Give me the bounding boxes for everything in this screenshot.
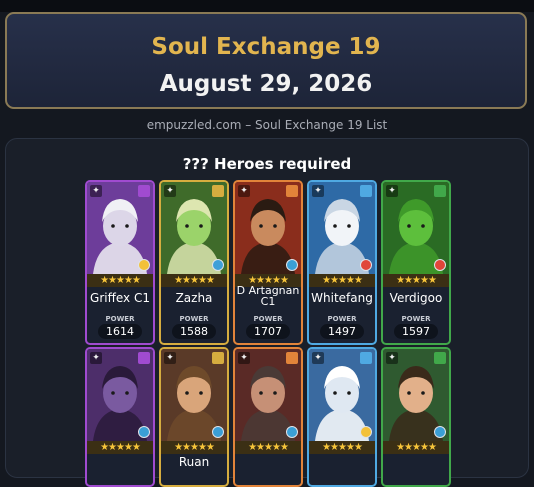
hero-stars: ★★★★★ [309,441,375,454]
hero-class-icon: ✦ [164,185,176,197]
hero-emblem-icon [138,259,150,271]
portrait-eye [347,391,351,395]
hero-card[interactable]: ✦ ★★★★★ Verdigoo POWER 1597 [381,180,451,345]
hero-emblem-icon [434,259,446,271]
hero-power: 1707 [246,324,290,339]
hero-stars: ★★★★★ [235,441,301,454]
portrait-eye [407,224,411,228]
portrait-eye [125,224,129,228]
hero-power: 1614 [98,324,142,339]
hero-emblem-icon [434,426,446,438]
event-title: Soul Exchange 19 [151,34,381,60]
hero-emblem-icon [212,259,224,271]
hero-emblem-icon [138,426,150,438]
hero-card[interactable]: ✦ ★★★★★ Zazha POWER 1588 [159,180,229,345]
portrait-eye [421,224,425,228]
hero-family-icon [286,185,298,197]
portrait-eye [199,224,203,228]
portrait-eye [259,391,263,395]
power-label: POWER [253,315,283,323]
hero-emblem-icon [286,259,298,271]
hero-power: 1588 [172,324,216,339]
event-banner: Soul Exchange 19 August 29, 2026 [5,12,527,109]
hero-family-icon [360,352,372,364]
hero-class-icon: ✦ [312,352,324,364]
hero-name: Griffex C1 [90,291,150,305]
hero-emblem-icon [212,426,224,438]
portrait-eye [333,224,337,228]
event-date: August 29, 2026 [159,71,373,97]
hero-family-icon [360,185,372,197]
hero-card[interactable]: ✦ ★★★★★ Griffex C1 POWER 1614 [85,180,155,345]
hero-card[interactable]: ✦ ★★★★★ [381,347,451,487]
source-caption: empuzzled.com – Soul Exchange 19 List [146,118,388,132]
hero-class-icon: ✦ [386,185,398,197]
portrait-eye [273,391,277,395]
portrait-eye [333,391,337,395]
portrait-eye [125,391,129,395]
hero-class-icon: ✦ [90,352,102,364]
top-bar [0,0,534,12]
portrait-eye [421,391,425,395]
hero-card[interactable]: ✦ ★★★★★ [233,347,303,487]
hero-stars: ★★★★★ [309,274,375,287]
power-label: POWER [179,315,209,323]
hero-family-icon [286,352,298,364]
hero-name: Whitefang [311,291,373,305]
hero-stars: ★★★★★ [87,441,153,454]
portrait-eye [111,391,115,395]
hero-class-icon: ✦ [238,185,250,197]
portrait-eye [407,391,411,395]
hero-stars: ★★★★★ [383,274,449,287]
portrait-eye [273,224,277,228]
hero-family-icon [434,352,446,364]
hero-stars: ★★★★★ [161,274,227,287]
hero-family-icon [138,185,150,197]
hero-family-icon [434,185,446,197]
panel-title: ??? Heroes required [182,155,352,173]
portrait-eye [259,224,263,228]
portrait-eye [111,224,115,228]
hero-card[interactable]: ✦ ★★★★★ Whitefang POWER 1497 [307,180,377,345]
hero-stars: ★★★★★ [161,441,227,454]
hero-stars: ★★★★★ [383,441,449,454]
hero-family-icon [138,352,150,364]
hero-class-icon: ✦ [386,352,398,364]
hero-card[interactable]: ✦ ★★★★★ [307,347,377,487]
hero-emblem-icon [360,426,372,438]
hero-name: Verdigoo [389,291,443,305]
hero-stars: ★★★★★ [87,274,153,287]
hero-class-icon: ✦ [90,185,102,197]
hero-emblem-icon [286,426,298,438]
hero-emblem-icon [360,259,372,271]
hero-class-icon: ✦ [238,352,250,364]
hero-name: D Artagnan C1 [236,284,300,308]
hero-class-icon: ✦ [164,352,176,364]
hero-card[interactable]: ✦ ★★★★★ Ruan [159,347,229,487]
power-label: POWER [327,315,357,323]
hero-name: Zazha [175,291,213,305]
power-label: POWER [105,315,135,323]
hero-name: Ruan [178,455,210,469]
hero-power: 1497 [320,324,364,339]
hero-family-icon [212,185,224,197]
portrait-eye [185,224,189,228]
hero-card[interactable]: ✦ ★★★★★ [85,347,155,487]
portrait-eye [185,391,189,395]
portrait-eye [347,224,351,228]
hero-class-icon: ✦ [312,185,324,197]
portrait-eye [199,391,203,395]
hero-family-icon [212,352,224,364]
hero-power: 1597 [394,324,438,339]
power-label: POWER [401,315,431,323]
hero-card[interactable]: ✦ ★★★★★ D Artagnan C1 POWER 1707 [233,180,303,345]
